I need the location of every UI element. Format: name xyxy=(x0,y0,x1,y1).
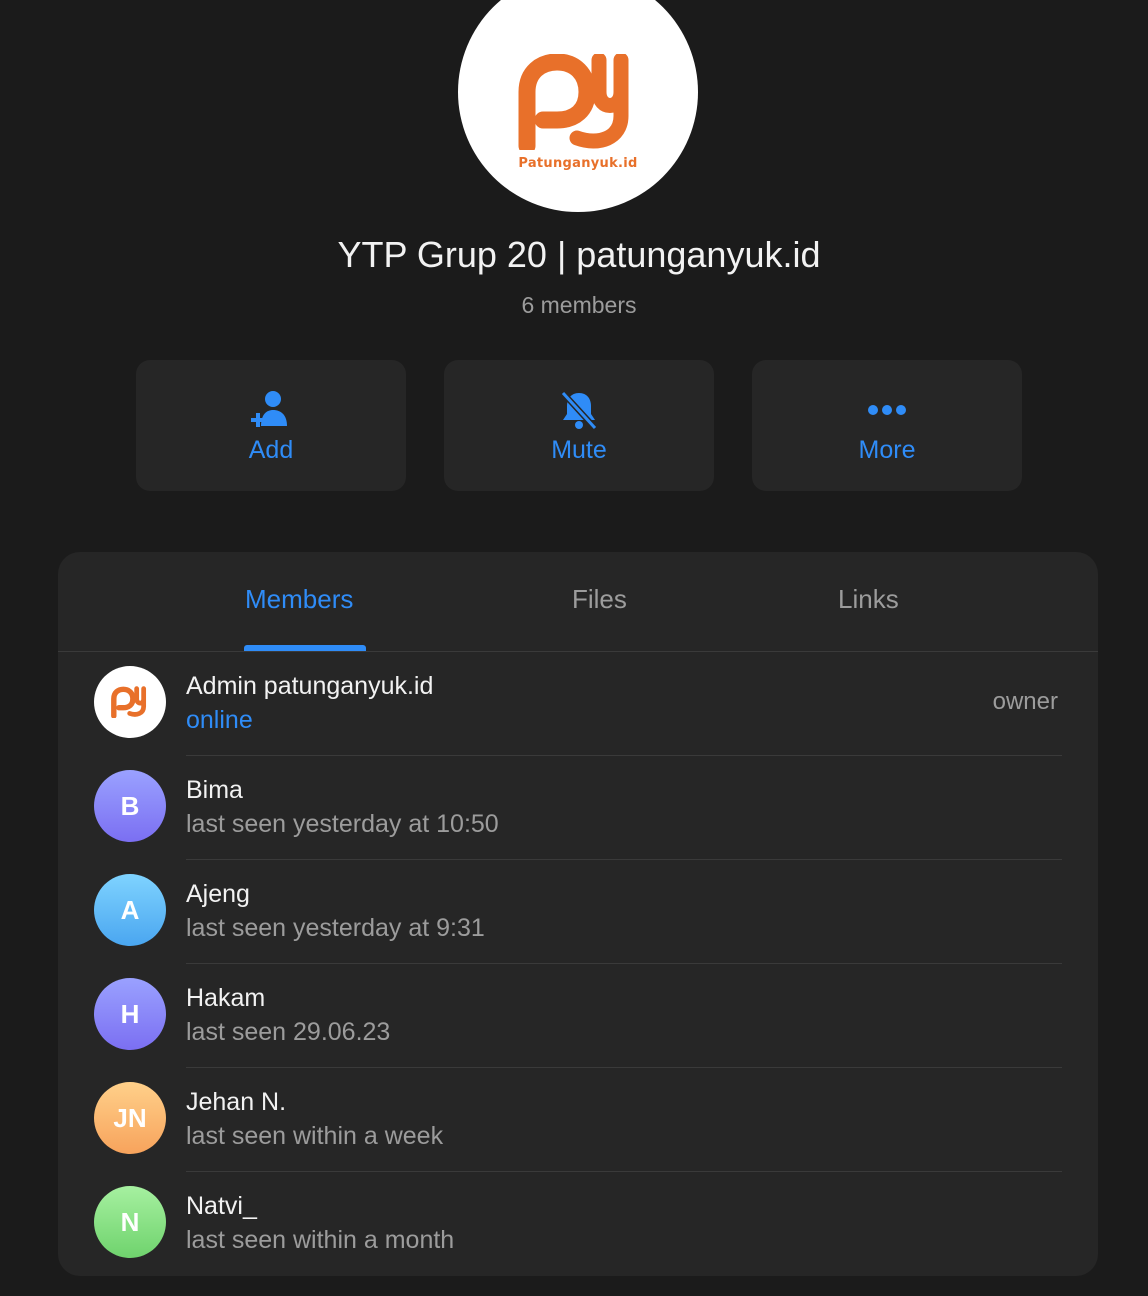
mute-label: Mute xyxy=(551,436,607,464)
patunganyuk-logo xyxy=(518,53,629,150)
member-avatar: N xyxy=(94,1186,166,1258)
active-tab-indicator xyxy=(244,645,366,651)
member-name: Admin patunganyuk.id xyxy=(186,672,434,700)
member-role-badge: owner xyxy=(992,688,1058,715)
ellipsis-icon xyxy=(865,388,909,432)
member-name: Hakam xyxy=(186,984,266,1012)
tab-bar: Members Files Links xyxy=(58,552,1098,652)
add-label: Add xyxy=(248,436,294,464)
member-count: 6 members xyxy=(521,292,637,318)
tab-links[interactable]: Links xyxy=(838,584,899,615)
member-row[interactable]: JN Jehan N. last seen within a week xyxy=(58,1068,1098,1172)
add-button[interactable]: Add xyxy=(136,360,406,491)
member-row[interactable]: A Ajeng last seen yesterday at 9:31 xyxy=(58,860,1098,964)
member-row[interactable]: B Bima last seen yesterday at 10:50 xyxy=(58,756,1098,860)
member-status: last seen within a week xyxy=(186,1122,444,1150)
member-status: last seen yesterday at 10:50 xyxy=(186,810,499,838)
member-avatar: A xyxy=(94,874,166,946)
member-avatar: JN xyxy=(94,1082,166,1154)
bell-slash-icon xyxy=(557,388,601,432)
member-name: Bima xyxy=(186,776,243,804)
member-row[interactable]: Admin patunganyuk.id online owner xyxy=(58,652,1098,756)
logo-caption: Patunganyuk.id xyxy=(518,155,638,171)
member-avatar: H xyxy=(94,978,166,1050)
member-name: Ajeng xyxy=(186,880,250,908)
more-label: More xyxy=(858,436,916,464)
more-button[interactable]: More xyxy=(752,360,1022,491)
member-name: Natvi_ xyxy=(186,1192,257,1220)
member-status: last seen yesterday at 9:31 xyxy=(186,914,485,942)
add-user-icon xyxy=(249,388,293,432)
member-row[interactable]: N Natvi_ last seen within a month xyxy=(58,1172,1098,1276)
mute-button[interactable]: Mute xyxy=(444,360,714,491)
member-name: Jehan N. xyxy=(186,1088,287,1116)
tab-files[interactable]: Files xyxy=(572,584,627,615)
member-avatar-logo xyxy=(94,666,166,738)
member-status: last seen 29.06.23 xyxy=(186,1018,391,1046)
member-status: last seen within a month xyxy=(186,1226,455,1254)
member-status: online xyxy=(186,706,253,734)
member-row[interactable]: H Hakam last seen 29.06.23 xyxy=(58,964,1098,1068)
tab-members[interactable]: Members xyxy=(245,584,353,615)
member-avatar: B xyxy=(94,770,166,842)
group-title: YTP Grup 20 | patunganyuk.id xyxy=(337,234,821,275)
members-panel: Members Files Links Admin patunganyuk.id… xyxy=(58,552,1098,1276)
group-avatar[interactable]: Patunganyuk.id xyxy=(458,0,698,212)
